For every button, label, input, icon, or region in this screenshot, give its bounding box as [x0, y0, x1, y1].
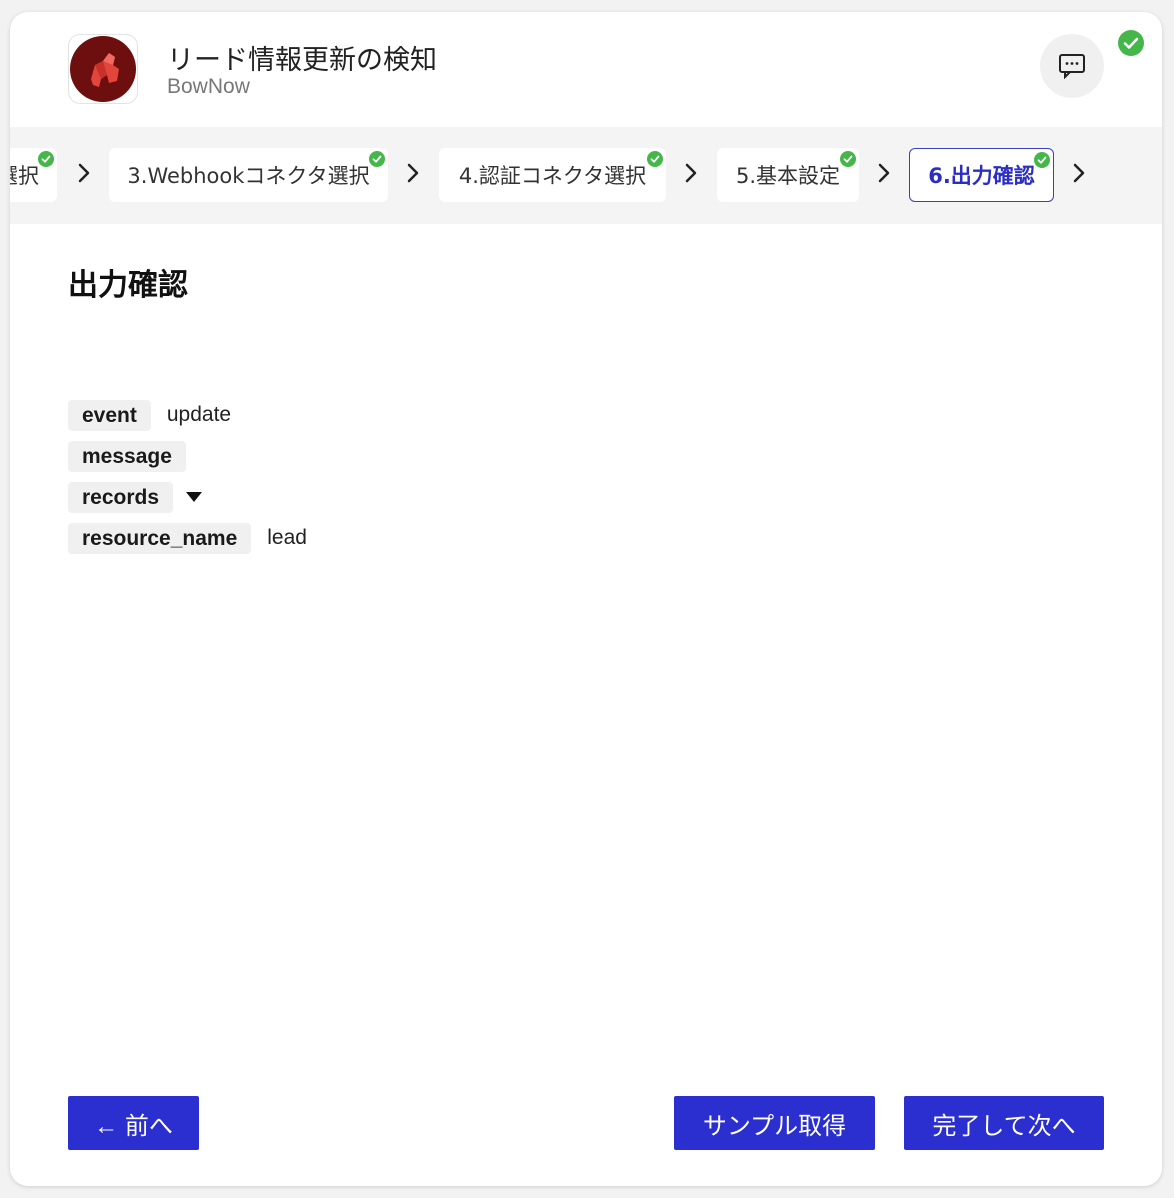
output-key: event: [68, 399, 151, 431]
step-check-icon: [38, 151, 54, 167]
step-label: 5.基本設定: [735, 164, 841, 188]
chevron-right-icon: [407, 163, 419, 183]
step-label: 選択: [10, 164, 39, 188]
step-webhook-connector[interactable]: 3.Webhookコネクタ選択: [109, 148, 388, 202]
step-check-icon: [1034, 152, 1050, 168]
output-row-event: event update: [68, 399, 231, 431]
step-output-check[interactable]: 6.出力確認: [909, 148, 1054, 202]
chat-icon: [1059, 54, 1085, 79]
bownow-logo-icon: [70, 36, 136, 102]
output-value: lead: [267, 526, 307, 549]
step-auth-connector[interactable]: 4.認証コネクタ選択: [439, 148, 666, 202]
output-key: resource_name: [68, 522, 252, 554]
output-row-message: message: [68, 440, 186, 472]
chevron-right-icon: [878, 163, 890, 183]
app-subtitle: BowNow: [167, 75, 250, 98]
complete-next-button[interactable]: 完了して次へ: [904, 1096, 1104, 1150]
app-title: リード情報更新の検知: [167, 45, 437, 76]
step-label: 3.Webhookコネクタ選択: [127, 164, 370, 188]
app-icon: [68, 34, 138, 104]
step-label: 6.出力確認: [928, 164, 1035, 188]
chevron-right-icon[interactable]: [1071, 161, 1087, 185]
page-title: 出力確認: [68, 268, 188, 303]
output-row-resource-name: resource_name lead: [68, 522, 307, 554]
step-check-icon: [840, 151, 856, 167]
step-check-icon: [647, 151, 663, 167]
output-key: message: [68, 440, 186, 472]
chevron-right-icon: [78, 163, 90, 183]
chat-button[interactable]: [1040, 34, 1104, 98]
output-key: records: [68, 481, 174, 513]
status-check-icon: [1118, 30, 1144, 56]
step-bar: 選択 3.Webhookコネクタ選択 4.認証コネクタ選択 5.基本設定 6.出…: [10, 127, 1162, 224]
caret-down-icon[interactable]: [185, 491, 203, 503]
header: リード情報更新の検知 BowNow: [10, 12, 1162, 127]
get-sample-button[interactable]: サンプル取得: [674, 1096, 875, 1150]
output-value: update: [166, 403, 232, 426]
modal-card: リード情報更新の検知 BowNow 選択 3.Webhookコネクタ選択: [10, 12, 1162, 1186]
chevron-right-icon: [685, 163, 697, 183]
output-row-records[interactable]: records: [68, 481, 203, 513]
step-check-icon: [369, 151, 385, 167]
step-basic-settings[interactable]: 5.基本設定: [717, 148, 859, 202]
prev-button[interactable]: ← 前へ: [68, 1096, 199, 1150]
step-1[interactable]: 選択: [10, 148, 57, 202]
step-label: 4.認証コネクタ選択: [458, 164, 647, 188]
